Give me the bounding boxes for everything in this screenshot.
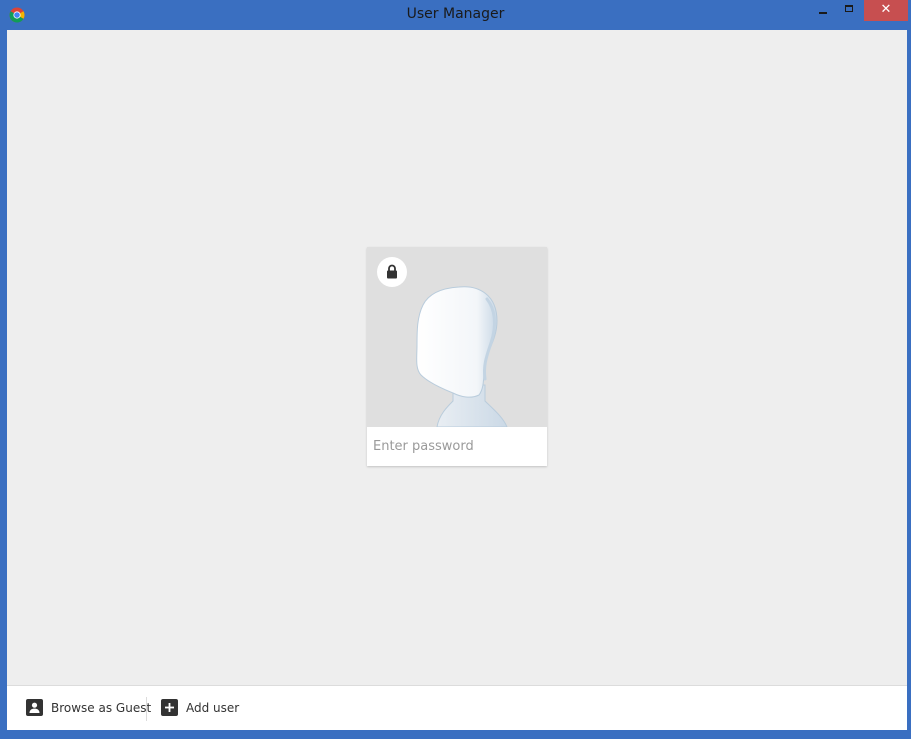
password-input[interactable] — [367, 427, 547, 466]
footer-divider — [146, 697, 147, 721]
lock-icon — [387, 264, 397, 279]
title-bar[interactable]: User Manager ✕ — [0, 0, 911, 30]
person-icon — [26, 699, 43, 716]
avatar[interactable] — [367, 247, 547, 427]
minimize-icon — [819, 12, 827, 14]
maximize-icon — [845, 5, 853, 12]
add-user-button[interactable]: Add user — [154, 686, 244, 730]
plus-icon — [161, 699, 178, 716]
add-user-label: Add user — [186, 701, 240, 715]
user-manager-window: User Manager ✕ Browse as Guest Add user — [0, 0, 911, 739]
close-button[interactable]: ✕ — [864, 0, 908, 21]
window-title: User Manager — [406, 6, 505, 22]
user-manager-content: Browse as Guest Add user — [7, 30, 907, 730]
maximize-button[interactable] — [837, 0, 863, 21]
browse-as-guest-label: Browse as Guest — [51, 701, 152, 715]
footer-bar: Browse as Guest Add user — [7, 685, 907, 730]
lock-badge — [377, 257, 407, 287]
close-icon: ✕ — [880, 2, 892, 17]
profile-card[interactable] — [367, 247, 547, 466]
minimize-button[interactable] — [810, 0, 836, 21]
browse-as-guest-button[interactable]: Browse as Guest — [19, 686, 151, 730]
